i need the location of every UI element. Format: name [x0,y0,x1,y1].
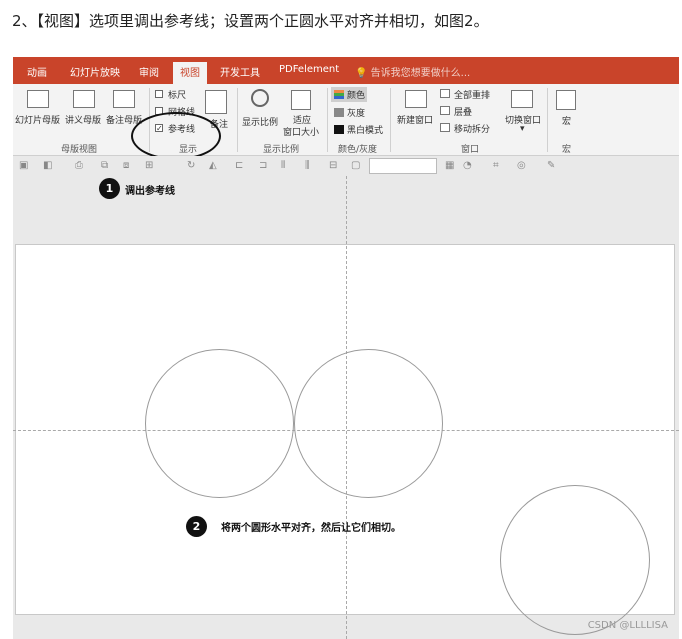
toolbar-icon[interactable]: ▢ [351,160,360,171]
toolbar-icon[interactable]: ⎙ [75,160,83,171]
toolbar-icon[interactable]: ⊞ [145,160,153,171]
ruler-label: 标尺 [168,91,187,101]
fit-to-window-icon [291,90,311,110]
new-window-button[interactable]: 新建窗口 [397,113,433,126]
quick-toolbar: ▣ ◧ ⎙ ⧉ ⧈ ⊞ ↻ ◭ ⊏ ⊐ ⫴ ⫼ ⊟ ▢ ▦ ◔ ⌗ ◎ ✎ [13,156,679,176]
toolbar-icon[interactable]: ⧈ [123,160,129,171]
chevron-down-icon[interactable]: ▾ [520,124,525,134]
toolbar-icon[interactable]: ⌗ [493,160,499,171]
lightbulb-icon: 💡 [355,68,368,79]
cascade-button[interactable]: 层叠 [454,105,472,118]
toolbar-icon[interactable]: ⊟ [329,160,337,171]
toolbar-icon[interactable]: ⫼ [305,160,310,171]
toolbar-icon[interactable]: ▦ [445,160,454,171]
toolbar-icon[interactable]: ◧ [43,160,52,171]
group-label-macro: 宏 [562,145,572,155]
tab-animations[interactable]: 动画 [27,64,47,79]
toolbar-icon[interactable]: ◎ [517,160,526,171]
notes-icon [205,90,227,114]
group-label-master-views: 母版视图 [61,145,98,155]
tell-me-box[interactable]: 💡 告诉我您想要做什么... [355,64,470,79]
fit-line2[interactable]: 窗口大小 [283,125,319,138]
toolbar-icon[interactable]: ↻ [187,160,195,171]
toolbar-icon[interactable]: ◭ [209,160,217,171]
slide-master-button[interactable]: 幻灯片母版 [15,113,60,126]
toolbar-icon[interactable]: ▣ [19,160,28,171]
circle-bottom-right[interactable] [500,485,650,635]
notes-master-icon [113,90,135,108]
toolbar-icon[interactable]: ⊏ [235,160,243,171]
circle-left[interactable] [145,349,294,498]
step-2-note: 将两个圆形水平对齐，然后让它们相切。 [221,523,401,534]
new-window-icon [405,90,427,108]
ribbon-separator [390,88,391,152]
group-label-zoom: 显示比例 [263,145,300,155]
ribbon-separator [327,88,328,152]
ribbon-separator [547,88,548,152]
slide-master-icon [27,90,49,108]
arrange-all-button[interactable]: 全部重排 [454,88,490,101]
zoom-icon [251,89,269,107]
ribbon-tab-bar: 动画 幻灯片放映 审阅 视图 开发工具 PDFelement 💡 告诉我您想要做… [13,57,679,84]
black-white-icon [334,125,344,134]
macro-icon [556,90,576,110]
move-split-icon [440,123,450,132]
tab-review[interactable]: 审阅 [139,64,159,79]
handout-master-icon [73,90,95,108]
step-2-marker: 2 [186,516,207,537]
color-button[interactable]: 颜色 [347,88,365,101]
toolbar-icon[interactable]: ✎ [547,160,555,171]
move-split-button[interactable]: 移动拆分 [454,122,490,135]
arrange-all-icon [440,89,450,98]
toolbar-icon[interactable]: ⫴ [281,160,285,171]
switch-window-icon [511,90,533,108]
group-label-color: 颜色/灰度 [338,145,378,155]
step-1-note: 调出参考线 [125,186,175,197]
article-heading: 2、【视图】选项里调出参考线；设置两个正圆水平对齐并相切，如图2。 [12,12,489,30]
tab-developer[interactable]: 开发工具 [220,64,260,79]
ribbon-view: 幻灯片母版 讲义母版 备注母版 母版视图 标尺 网格线 ✓ 参考线 备注 显示 … [13,84,679,160]
powerpoint-window: 动画 幻灯片放映 审阅 视图 开发工具 PDFelement 💡 告诉我您想要做… [13,57,679,639]
group-label-window: 窗口 [461,145,480,155]
font-size-dropdown[interactable] [369,158,437,174]
toolbar-icon[interactable]: ◔ [463,160,472,171]
tab-pdfelement[interactable]: PDFelement [279,64,339,75]
toolbar-icon[interactable]: ⧉ [101,160,108,171]
zoom-button[interactable]: 显示比例 [242,115,278,128]
tab-slideshow[interactable]: 幻灯片放映 [70,64,120,79]
circle-right[interactable] [294,349,443,498]
handout-master-button[interactable]: 讲义母版 [65,113,101,126]
step-1-marker: 1 [99,178,120,199]
grayscale-button[interactable]: 灰度 [347,106,365,119]
cascade-icon [440,106,450,115]
ruler-checkbox[interactable] [155,90,163,98]
macro-button[interactable]: 宏 [562,114,571,127]
watermark: CSDN @LLLLISA [587,620,668,631]
color-icon [334,90,344,99]
black-white-button[interactable]: 黑白模式 [347,123,383,136]
tell-me-text: 告诉我您想要做什么... [370,68,471,79]
highlight-circle [131,112,221,160]
toolbar-icon[interactable]: ⊐ [259,160,267,171]
grayscale-icon [334,108,344,117]
ribbon-separator [237,88,238,152]
tab-view[interactable]: 视图 [173,62,207,84]
